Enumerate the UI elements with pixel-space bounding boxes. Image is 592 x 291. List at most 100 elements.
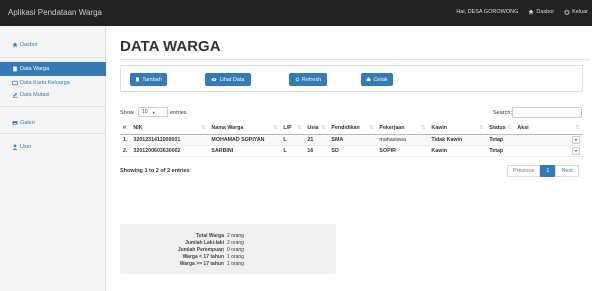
title-divider <box>120 59 590 60</box>
file-icon <box>13 66 17 72</box>
col-header-label: Usia <box>307 124 319 131</box>
cetak-button[interactable]: Cetak <box>361 73 393 86</box>
cell-status: Tetap <box>486 134 515 146</box>
summary-row: Jumlah Perempuan 0 orang <box>120 247 336 253</box>
cell-aksi: ▾ <box>514 134 583 146</box>
col-header-pendidikan[interactable]: Pendidikan ⇅ <box>328 122 377 135</box>
sidebar-item-dasbor[interactable]: Dasbor <box>0 39 106 50</box>
sidebar-item-galeri[interactable]: Galeri <box>0 117 106 128</box>
tambah-label: Tambah <box>142 76 162 83</box>
col-header-nama[interactable]: Nama Warga ⇅ <box>208 122 281 135</box>
pagination-previous[interactable]: Previous <box>507 165 541 177</box>
pagination-next[interactable]: Next <box>555 165 579 177</box>
toolbar-panel: Tambah Lihat Data Refresh Cetak <box>120 65 583 92</box>
sort-icon: ⇅ <box>200 124 206 131</box>
user-icon <box>12 143 18 150</box>
summary-label: Total Warga <box>195 233 224 239</box>
refresh-button[interactable]: Refresh <box>289 73 327 86</box>
sidebar-item-label: User <box>20 143 32 150</box>
sidebar-divider <box>0 57 106 58</box>
col-header-label: Status <box>489 124 506 131</box>
cell-kawin: Tidak Kawin <box>428 134 487 146</box>
summary-value: 0 orang <box>227 247 244 253</box>
col-header-label: Aksi <box>517 124 529 131</box>
table-info: Showing 1 to 2 of 2 entries <box>120 168 190 174</box>
edit-icon <box>12 92 18 98</box>
sort-icon: ⇅ <box>420 124 426 131</box>
col-header-status[interactable]: Status ⇅ <box>486 122 515 135</box>
pagination-page-1[interactable]: 1 <box>540 165 556 177</box>
sidebar: Dasbor Data Warga Data Kartu Keluarga Da… <box>0 26 106 291</box>
col-header-label: L/P <box>283 124 292 131</box>
cell-kawin: Kawin <box>428 145 487 157</box>
card-icon <box>12 80 18 85</box>
table-header-row: # ⇅ NIK ⇅ Nama Warga ⇅ L/P ⇅ Usia ⇅ Pendidika… <box>120 122 583 135</box>
sidebar-divider <box>0 133 106 134</box>
col-header-label: Pendidikan <box>331 124 360 131</box>
summary-row: Warga < 17 tahun 1 orang <box>120 254 336 260</box>
cell-no: 2. <box>120 145 131 157</box>
cell-pekerjaan: SOPIR <box>376 145 429 157</box>
cell-pendidikan: SMA <box>328 134 377 146</box>
col-header-usia[interactable]: Usia ⇅ <box>304 122 329 135</box>
home-icon <box>12 42 18 47</box>
sidebar-item-data-kartu-keluarga[interactable]: Data Kartu Keluarga <box>0 77 106 88</box>
lihat-data-label: Lihat Data <box>219 76 245 83</box>
sidebar-item-label: Galeri <box>20 119 35 126</box>
col-header-pekerjaan[interactable]: Pekerjaan ⇅ <box>376 122 429 135</box>
refresh-icon <box>295 77 300 82</box>
sidebar-item-data-mutasi[interactable]: Data Mutasi <box>0 89 106 100</box>
show-label: Show <box>120 110 134 116</box>
entries-select[interactable]: 10 ▼ <box>138 107 168 117</box>
page-title: DATA WARGA <box>120 38 221 55</box>
summary-label: Warga < 17 tahun <box>182 254 224 260</box>
col-header-kawin[interactable]: Kawin ⇅ <box>428 122 487 135</box>
col-header-label: NIK <box>133 124 143 131</box>
table-row: 1. 3201231411000001 MOHAMAD SOPIYAN L 21… <box>120 134 583 146</box>
col-header-label: Kawin <box>431 124 448 131</box>
entries-select-value: 10 <box>142 109 148 115</box>
sidebar-item-user[interactable]: User <box>0 141 106 152</box>
tambah-button[interactable]: Tambah <box>130 73 167 86</box>
cell-nama: SARBINI <box>208 145 281 157</box>
navbar-right: Hai, DESA GOROWONG Dasbor Keluar <box>456 9 588 15</box>
lihat-data-button[interactable]: Lihat Data <box>205 73 251 86</box>
summary-row: Total Warga 2 orang <box>120 233 336 239</box>
search-input[interactable] <box>512 107 582 118</box>
col-header-label: Pekerjaan <box>379 124 405 131</box>
navbar-logout-label: Keluar <box>572 9 588 15</box>
sidebar-item-data-warga[interactable]: Data Warga <box>0 62 106 76</box>
sort-icon: ⇅ <box>506 124 512 131</box>
app-brand[interactable]: Aplikasi Pendataan Warga <box>8 8 102 17</box>
cell-pekerjaan: mahasiswa <box>376 134 429 146</box>
user-greeting: Hai, DESA GOROWONG <box>456 9 519 15</box>
col-header-aksi[interactable]: Aksi ⇅ <box>514 122 583 135</box>
image-icon <box>12 120 18 125</box>
home-icon <box>528 9 534 15</box>
sort-icon: ⇅ <box>296 124 302 131</box>
summary-value: 1 orang <box>227 261 244 267</box>
col-header-lp[interactable]: L/P ⇅ <box>280 122 305 135</box>
col-header-nik[interactable]: NIK ⇅ <box>130 122 209 135</box>
navbar-dashboard-label: Dasbor <box>536 9 555 15</box>
warga-table: # ⇅ NIK ⇅ Nama Warga ⇅ L/P ⇅ Usia ⇅ Pendidika… <box>120 122 583 157</box>
col-header-no[interactable]: # ⇅ <box>120 122 131 135</box>
cell-nik: 3201200603630002 <box>130 145 209 157</box>
sort-icon: ⇅ <box>272 124 278 131</box>
cetak-label: Cetak <box>373 76 388 83</box>
summary-value: 2 orang <box>227 233 244 239</box>
top-navbar: Aplikasi Pendataan Warga Hai, DESA GOROW… <box>0 0 592 26</box>
cell-lp: L <box>280 134 305 146</box>
sidebar-item-label: Data Warga <box>20 66 50 72</box>
sort-icon: ⇅ <box>320 124 326 131</box>
summary-label: Jumlah Perempuan <box>177 247 224 253</box>
row-action-dropdown[interactable]: ▾ <box>572 135 580 144</box>
search-label: Search: <box>493 110 512 116</box>
chevron-down-icon: ▼ <box>151 109 156 115</box>
navbar-logout-link[interactable]: Keluar <box>564 9 588 15</box>
row-action-dropdown[interactable]: ▾ <box>572 146 580 155</box>
summary-label: Jumlah Laki-laki <box>185 240 224 246</box>
summary-value: 1 orang <box>227 254 244 260</box>
eye-icon <box>211 78 217 81</box>
navbar-dashboard-link[interactable]: Dasbor <box>528 9 554 15</box>
